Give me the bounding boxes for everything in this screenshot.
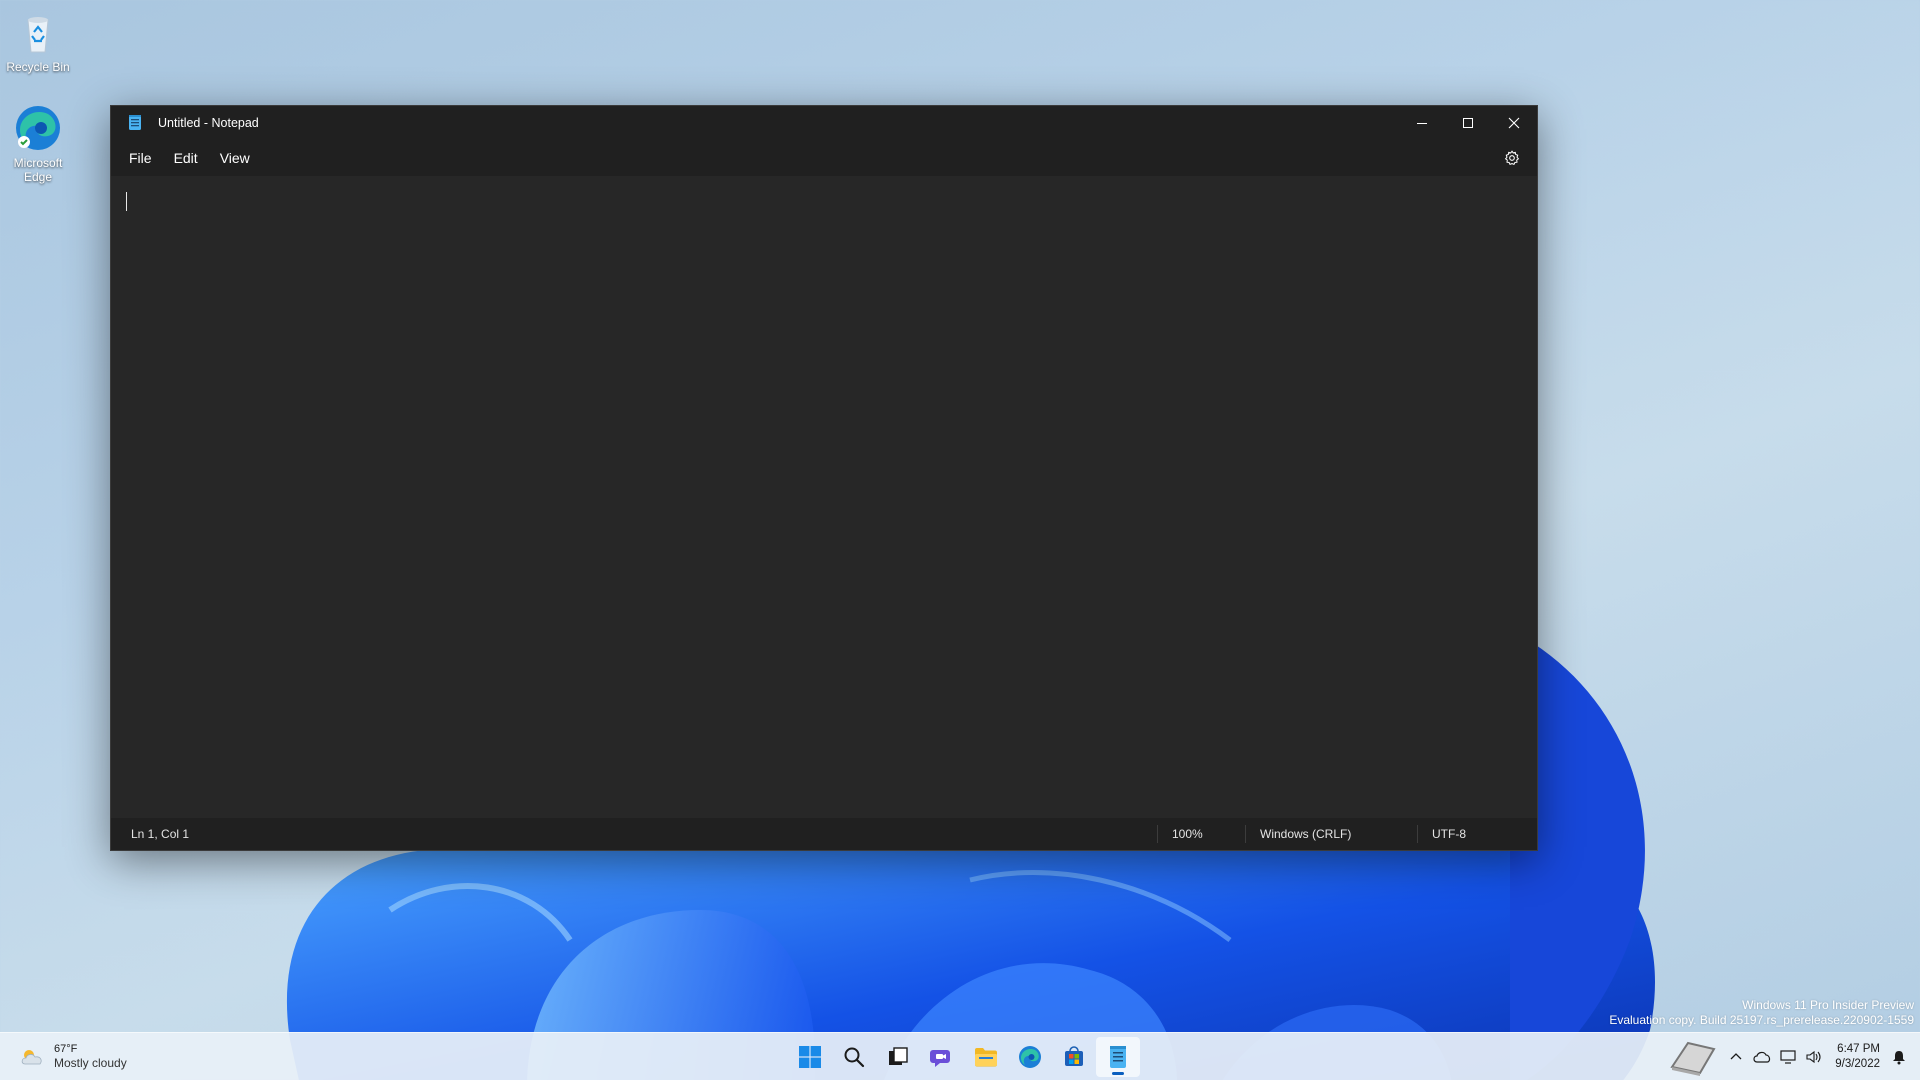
cloudy-weather-icon (18, 1046, 46, 1068)
menu-edit[interactable]: Edit (163, 144, 209, 172)
clock-date: 9/3/2022 (1835, 1058, 1880, 1070)
taskbar-start-button[interactable] (788, 1037, 832, 1077)
search-icon (844, 1047, 865, 1068)
tray-book-icon[interactable] (1665, 1037, 1721, 1077)
desktop-icon-recycle-bin[interactable]: Recycle Bin (0, 8, 76, 74)
zoom-level[interactable]: 100% (1157, 825, 1203, 843)
cursor-position: Ln 1, Col 1 (131, 827, 190, 841)
title-bar[interactable]: Untitled - Notepad (111, 106, 1537, 140)
desktop-icon-label: Microsoft Edge (13, 156, 63, 184)
minimize-button[interactable] (1399, 106, 1445, 140)
weather-widget[interactable]: 67°F Mostly cloudy (18, 1042, 127, 1071)
task-view-icon (889, 1047, 908, 1065)
taskbar-chat-button[interactable] (920, 1037, 964, 1077)
taskbar-search-button[interactable] (832, 1037, 876, 1077)
taskbar-task-view-button[interactable] (876, 1037, 920, 1077)
evaluation-watermark: Windows 11 Pro Insider Preview Evaluatio… (1609, 998, 1914, 1028)
menu-view[interactable]: View (209, 144, 261, 172)
menu-file[interactable]: File (118, 144, 163, 172)
menu-bar: File Edit View (111, 140, 1537, 176)
weather-temperature: 67°F (54, 1043, 78, 1055)
desktop-icon-edge[interactable]: Microsoft Edge (0, 104, 76, 184)
windows-start-icon (799, 1046, 821, 1068)
edge-icon (1019, 1046, 1041, 1068)
taskbar: 67°F Mostly cloudy 6:47 PM 9/3/2022 (0, 1032, 1920, 1080)
minimize-icon (1417, 123, 1427, 124)
system-tray: 6:47 PM 9/3/2022 (1663, 1037, 1912, 1077)
text-caret (126, 192, 127, 211)
taskbar-apps (788, 1037, 1140, 1077)
edge-icon (14, 104, 62, 152)
network-icon[interactable] (1777, 1046, 1799, 1068)
chat-icon (930, 1050, 950, 1067)
weather-condition: Mostly cloudy (54, 1056, 127, 1070)
close-button[interactable] (1491, 106, 1537, 140)
notepad-icon (128, 115, 142, 131)
text-editor[interactable] (111, 176, 1537, 818)
maximize-button[interactable] (1445, 106, 1491, 140)
settings-button[interactable] (1494, 142, 1530, 174)
taskbar-file-explorer-button[interactable] (964, 1037, 1008, 1077)
encoding[interactable]: UTF-8 (1417, 825, 1466, 843)
maximize-icon (1463, 118, 1473, 128)
close-icon (1508, 117, 1520, 129)
taskbar-store-button[interactable] (1052, 1037, 1096, 1077)
desktop-icon-label: Recycle Bin (6, 60, 70, 74)
notification-bell-icon[interactable] (1888, 1046, 1910, 1068)
chevron-up-icon[interactable] (1725, 1046, 1747, 1068)
watermark-line-2: Evaluation copy. Build 25197.rs_prerelea… (1609, 1013, 1914, 1027)
speaker-icon[interactable] (1803, 1046, 1825, 1068)
line-ending[interactable]: Windows (CRLF) (1245, 825, 1351, 843)
window-title: Untitled - Notepad (158, 116, 259, 130)
notepad-icon (1110, 1046, 1126, 1068)
status-bar: Ln 1, Col 1 100% Windows (CRLF) UTF-8 (111, 818, 1537, 850)
onedrive-cloud-icon[interactable] (1751, 1046, 1773, 1068)
notepad-window: Untitled - Notepad File Edit View Ln 1, … (110, 105, 1538, 851)
taskbar-notepad-button[interactable] (1096, 1037, 1140, 1077)
recycle-bin-icon (14, 8, 62, 56)
watermark-line-1: Windows 11 Pro Insider Preview (1742, 998, 1914, 1012)
store-icon (1065, 1046, 1083, 1066)
clock-time: 6:47 PM (1837, 1043, 1880, 1055)
gear-icon (1504, 150, 1520, 166)
taskbar-edge-button[interactable] (1008, 1037, 1052, 1077)
folder-icon (975, 1048, 997, 1067)
clock[interactable]: 6:47 PM 9/3/2022 (1835, 1042, 1880, 1072)
